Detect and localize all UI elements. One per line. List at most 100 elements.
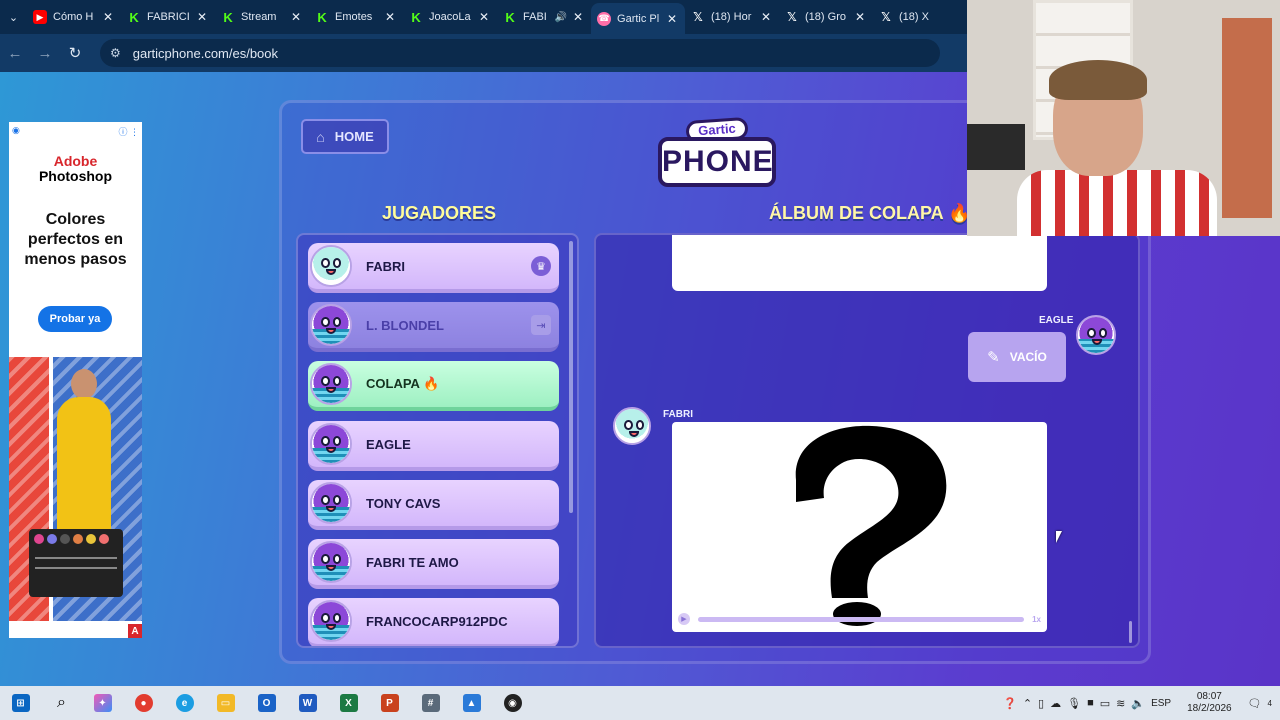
- empty-answer-text: VACÍO: [1009, 350, 1047, 364]
- close-tab-icon[interactable]: ✕: [665, 12, 679, 26]
- battery-saver-icon[interactable]: ▯: [1038, 697, 1044, 710]
- avatar: [310, 363, 352, 405]
- volume-icon[interactable]: 🔈: [1131, 697, 1145, 710]
- forward-arrow-icon[interactable]: →: [30, 38, 60, 68]
- close-tab-icon[interactable]: ✕: [383, 10, 397, 24]
- player-row[interactable]: FRANCOCARP912PDC: [308, 598, 559, 646]
- url-text: garticphone.com/es/book: [132, 45, 279, 61]
- close-tab-icon[interactable]: ✕: [289, 10, 303, 24]
- back-arrow-icon[interactable]: ←: [0, 38, 30, 68]
- photos-icon[interactable]: ▲: [451, 686, 492, 720]
- chrome-icon[interactable]: ●: [123, 686, 164, 720]
- clock-time: 08:07: [1196, 691, 1222, 702]
- address-bar: ← → ↻ ⚙ garticphone.com/es/book: [0, 34, 967, 72]
- help-icon[interactable]: ❓: [1003, 697, 1017, 710]
- close-tab-icon[interactable]: ✕: [853, 10, 867, 24]
- player-row[interactable]: EAGLE: [308, 421, 559, 471]
- play-icon[interactable]: ▶: [678, 613, 690, 625]
- tab-title: Gartic Pl: [617, 12, 660, 25]
- ad-banner[interactable]: ◉ ⓘ ⋮ Adobe Photoshop Colores perfectos …: [9, 122, 142, 638]
- clock[interactable]: 08:07 18/2/2026: [1187, 691, 1232, 715]
- x-icon: 𝕏: [693, 10, 703, 24]
- close-tab-icon[interactable]: ✕: [101, 10, 115, 24]
- replay-track[interactable]: [698, 616, 1025, 622]
- wifi-icon[interactable]: ≋: [1116, 697, 1125, 710]
- ad-cta-button[interactable]: Probar ya: [38, 306, 112, 332]
- avatar: [310, 423, 352, 465]
- microphone-icon[interactable]: 🎙: [1067, 697, 1081, 710]
- kick-icon: K: [221, 10, 236, 25]
- tab-title: (18) Gro: [805, 11, 846, 23]
- notifications-icon[interactable]: 🗨: [1248, 697, 1262, 710]
- question-mark-drawing: [795, 425, 947, 626]
- player-row[interactable]: FABRI TE AMO: [308, 539, 559, 589]
- home-button[interactable]: ⌂ HOME: [301, 119, 389, 154]
- battery-icon[interactable]: ▭: [1100, 697, 1110, 710]
- windows-start-icon[interactable]: ⊞: [0, 686, 41, 720]
- browser-tab[interactable]: K JoacoLa ✕: [403, 3, 497, 31]
- tab-title: (18) Hor: [711, 11, 752, 23]
- exit-icon: ⇥: [531, 315, 551, 335]
- player-row[interactable]: COLAPA 🔥: [308, 361, 559, 411]
- tab-title: (18) X: [899, 11, 929, 23]
- close-tab-icon[interactable]: ✕: [195, 10, 209, 24]
- ad-brand-line2: Photoshop: [38, 168, 113, 184]
- players-scrollbar[interactable]: [569, 241, 573, 513]
- calculator-icon[interactable]: #: [410, 686, 451, 720]
- players-list[interactable]: FABRI ♛ L. BLONDEL ⇥ COLAPA 🔥 EAGLE TONY CAVS F…: [296, 233, 579, 648]
- browser-tab[interactable]: K Stream ✕: [215, 3, 309, 31]
- ad-controls: ◉ ⓘ ⋮: [12, 125, 139, 137]
- youtube-icon: ▶: [33, 10, 48, 24]
- close-tab-icon[interactable]: ✕: [759, 10, 773, 24]
- chevron-up-icon[interactable]: ⌃: [1023, 697, 1032, 710]
- obs-icon[interactable]: ◉: [492, 686, 533, 720]
- file-explorer-icon[interactable]: ▭: [205, 686, 246, 720]
- webcam-tray-icon[interactable]: ■: [1087, 697, 1094, 709]
- tab-search-chevron-icon[interactable]: ⌄: [0, 0, 27, 34]
- powerpoint-icon[interactable]: P: [369, 686, 410, 720]
- pencil-icon: ✎: [987, 349, 1000, 366]
- browser-tab-active[interactable]: ☎ Gartic Pl ✕: [591, 3, 686, 34]
- ad-info-icon[interactable]: ⓘ ⋮: [118, 125, 139, 137]
- reload-icon[interactable]: ↻: [60, 38, 90, 68]
- kick-icon: K: [315, 10, 330, 25]
- language-indicator[interactable]: ESP: [1151, 698, 1171, 709]
- browser-tab[interactable]: K FABI 🔊 ✕: [497, 3, 591, 31]
- player-row[interactable]: FABRI ♛: [308, 243, 559, 293]
- speaker-icon[interactable]: 🔊: [555, 12, 567, 23]
- close-tab-icon[interactable]: ✕: [477, 10, 491, 24]
- edge-icon[interactable]: e: [164, 686, 205, 720]
- webcam-overlay: [967, 0, 1280, 236]
- tab-title: FABRICI: [147, 11, 190, 23]
- copilot-icon[interactable]: ✦: [82, 686, 123, 720]
- browser-tab[interactable]: K FABRICI ✕: [121, 3, 215, 31]
- browser-tab[interactable]: K Emotes ✕: [309, 3, 403, 31]
- browser-tab[interactable]: 𝕏 (18) Hor ✕: [685, 3, 779, 31]
- browser-tab[interactable]: ▶ Cómo H ✕: [27, 3, 121, 31]
- browser-tab[interactable]: 𝕏 (18) Gro ✕: [779, 3, 873, 31]
- search-icon[interactable]: ⌕: [41, 686, 82, 720]
- home-label: HOME: [334, 129, 374, 144]
- replay-controls: ▶ 1x: [678, 612, 1041, 626]
- player-row[interactable]: L. BLONDEL ⇥: [308, 302, 559, 352]
- home-icon: ⌂: [316, 128, 325, 145]
- browser-tab[interactable]: 𝕏 (18) X: [873, 3, 967, 31]
- avatar: [310, 600, 352, 642]
- excel-icon[interactable]: X: [328, 686, 369, 720]
- album-panel[interactable]: EAGLE ✎ VACÍO FABRI ▶ 1x: [594, 233, 1140, 648]
- album-scrollbar[interactable]: [1129, 621, 1132, 643]
- close-tab-icon[interactable]: ✕: [571, 10, 585, 24]
- cloud-icon[interactable]: ☁: [1050, 697, 1061, 710]
- player-name: TONY CAVS: [366, 495, 441, 511]
- webcam-person-hair: [1049, 60, 1147, 100]
- url-field[interactable]: ⚙ garticphone.com/es/book: [100, 39, 940, 67]
- player-name: FABRI: [366, 258, 405, 274]
- tab-title: Emotes: [335, 11, 373, 23]
- player-row[interactable]: TONY CAVS: [308, 480, 559, 530]
- site-info-icon[interactable]: ⚙: [110, 46, 121, 60]
- ad-privacy-icon[interactable]: ◉: [12, 125, 20, 137]
- word-icon[interactable]: W: [287, 686, 328, 720]
- playback-speed[interactable]: 1x: [1032, 615, 1041, 624]
- tab-title: JoacoLa: [429, 11, 471, 23]
- outlook-icon[interactable]: O: [246, 686, 287, 720]
